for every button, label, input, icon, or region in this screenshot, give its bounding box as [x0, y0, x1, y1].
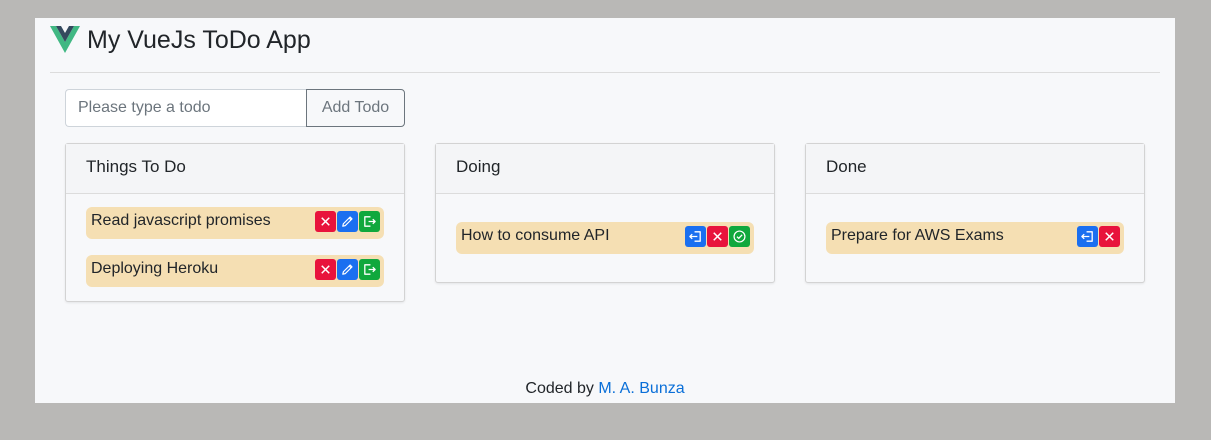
- move-left-icon: [689, 231, 701, 242]
- move-right-icon: [364, 264, 376, 275]
- footer: Coded by M. A. Bunza: [35, 380, 1175, 398]
- todo-card: How to consume API: [456, 222, 754, 254]
- todo-text: Deploying Heroku: [91, 260, 219, 277]
- column-body: Read javascript promises Deploying Herok…: [66, 194, 404, 301]
- edit-button[interactable]: [337, 259, 358, 280]
- column-doing: Doing How to consume API: [435, 143, 775, 283]
- app-page: My VueJs ToDo App Add Todo Things To Do …: [35, 18, 1175, 403]
- complete-button[interactable]: [729, 226, 750, 247]
- move-left-button[interactable]: [685, 226, 706, 247]
- edit-button[interactable]: [337, 211, 358, 232]
- delete-button[interactable]: [1099, 226, 1120, 247]
- column-body: How to consume API: [436, 194, 774, 282]
- move-right-icon: [364, 216, 376, 227]
- todo-card: Prepare for AWS Exams: [826, 222, 1124, 254]
- move-left-button[interactable]: [1077, 226, 1098, 247]
- todo-card: Read javascript promises: [86, 207, 384, 239]
- delete-icon: [1105, 232, 1114, 241]
- card-actions: [315, 211, 380, 232]
- vue-logo-icon: [50, 26, 80, 53]
- delete-button[interactable]: [315, 259, 336, 280]
- check-icon: [733, 230, 746, 243]
- move-right-button[interactable]: [359, 259, 380, 280]
- author-link[interactable]: M. A. Bunza: [598, 380, 684, 397]
- delete-icon: [713, 232, 722, 241]
- column-title: Things To Do: [66, 144, 404, 194]
- column-things-to-do: Things To Do Read javascript promises De…: [65, 143, 405, 302]
- column-done: Done Prepare for AWS Exams: [805, 143, 1145, 283]
- edit-icon: [342, 216, 353, 227]
- todo-text: How to consume API: [461, 227, 610, 244]
- column-body: Prepare for AWS Exams: [806, 194, 1144, 282]
- move-left-icon: [1081, 231, 1093, 242]
- delete-button[interactable]: [315, 211, 336, 232]
- card-actions: [685, 226, 750, 247]
- footer-prefix: Coded by: [525, 380, 594, 397]
- delete-button[interactable]: [707, 226, 728, 247]
- edit-icon: [342, 264, 353, 275]
- column-title: Doing: [436, 144, 774, 194]
- todo-input[interactable]: [65, 89, 306, 127]
- delete-icon: [321, 217, 330, 226]
- todo-card: Deploying Heroku: [86, 255, 384, 287]
- card-actions: [315, 259, 380, 280]
- app-title: My VueJs ToDo App: [87, 26, 311, 54]
- delete-icon: [321, 265, 330, 274]
- column-title: Done: [806, 144, 1144, 194]
- add-todo-button[interactable]: Add Todo: [306, 89, 405, 127]
- todo-text: Read javascript promises: [91, 212, 271, 229]
- add-todo-form: Add Todo: [65, 89, 405, 127]
- card-actions: [1077, 226, 1120, 247]
- todo-text: Prepare for AWS Exams: [831, 227, 1004, 244]
- app-header: My VueJs ToDo App: [50, 18, 1160, 73]
- move-right-button[interactable]: [359, 211, 380, 232]
